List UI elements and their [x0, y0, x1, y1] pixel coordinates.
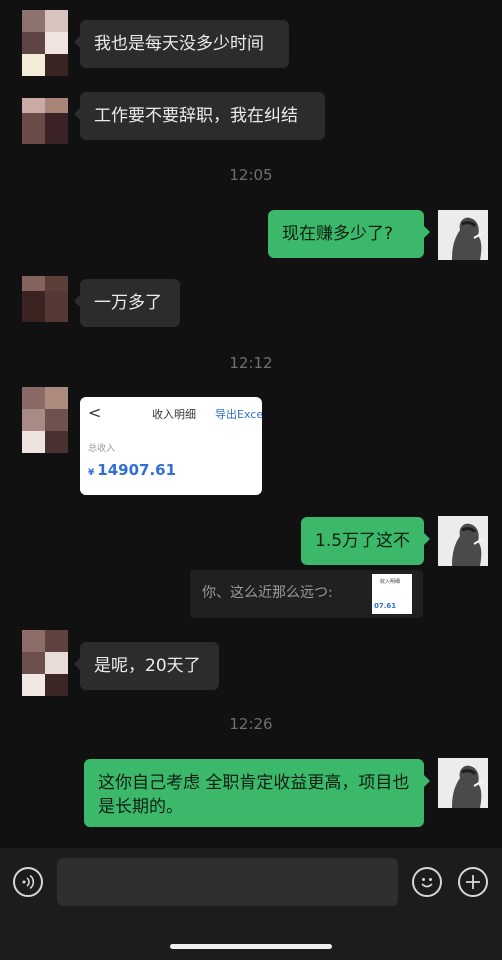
message-text: 一万多了 [94, 293, 162, 313]
portrait-icon [438, 758, 488, 808]
timestamp: 12:26 [229, 715, 273, 733]
quote-text: 你、这么近那么远つ: [202, 585, 333, 601]
export-excel-link: 导出Excel [215, 408, 262, 421]
currency-symbol: ¥ [88, 468, 95, 478]
message-text: 我也是每天没多少时间 [94, 34, 264, 54]
message-input[interactable] [57, 858, 398, 906]
home-indicator [170, 944, 332, 949]
chat-area: 我也是每天没多少时间 工作要不要辞职，我在纠结 12:05 现在赚多少了? 一万… [0, 0, 502, 848]
contact-avatar[interactable] [22, 276, 68, 322]
message-bubble[interactable]: 是呢，20天了 [74, 642, 219, 690]
message-bubble[interactable]: 现在赚多少了? [268, 210, 430, 258]
contact-avatar[interactable] [22, 387, 68, 453]
message-text: 这你自己考虑 全职肯定收益更高，项目也是长期的。 [98, 773, 410, 817]
emoji-button[interactable] [412, 867, 442, 897]
message-text: 是呢，20天了 [94, 656, 201, 676]
plus-icon [466, 875, 480, 889]
message-bubble[interactable]: 这你自己考虑 全职肯定收益更高，项目也是长期的。 [84, 759, 430, 827]
total-income-label: 总收入 [88, 444, 116, 454]
message-bubble[interactable]: 工作要不要辞职，我在纠结 [74, 92, 325, 140]
message-text: 现在赚多少了? [282, 224, 394, 244]
emoji-icon [421, 878, 433, 888]
contact-avatar[interactable] [22, 98, 68, 144]
user-avatar[interactable] [438, 758, 488, 808]
screenshot-image-message[interactable]: < 收入明细 导出Excel 总收入 ¥14907.61 [80, 397, 262, 495]
timestamp: 12:05 [229, 166, 273, 184]
voice-icon [22, 874, 35, 890]
portrait-icon [438, 210, 488, 260]
user-avatar[interactable] [438, 210, 488, 260]
contact-avatar[interactable] [22, 10, 68, 76]
quote-thumbnail: 收入明细 07.61 [372, 574, 412, 614]
message-bubble[interactable]: 一万多了 [74, 279, 180, 327]
timestamp: 12:12 [229, 354, 273, 372]
message-bubble[interactable]: 1.5万了这不 [301, 517, 430, 565]
voice-button[interactable] [13, 867, 43, 897]
more-button[interactable] [458, 867, 488, 897]
portrait-icon [438, 516, 488, 566]
amount-value: 14907.61 [97, 461, 177, 479]
back-chevron-icon: < [88, 403, 102, 422]
message-bubble[interactable]: 我也是每天没多少时间 [74, 20, 289, 68]
contact-avatar[interactable] [22, 630, 68, 696]
thumb-title: 收入明细 [380, 579, 401, 585]
quoted-message[interactable]: 你、这么近那么远つ: 收入明细 07.61 [190, 570, 423, 618]
thumb-amount: 07.61 [374, 602, 397, 610]
message-text: 1.5万了这不 [315, 531, 411, 551]
card-title: 收入明细 [152, 408, 196, 421]
user-avatar[interactable] [438, 516, 488, 566]
message-text: 工作要不要辞职，我在纠结 [94, 106, 298, 126]
total-income-amount: ¥14907.61 [88, 461, 176, 479]
